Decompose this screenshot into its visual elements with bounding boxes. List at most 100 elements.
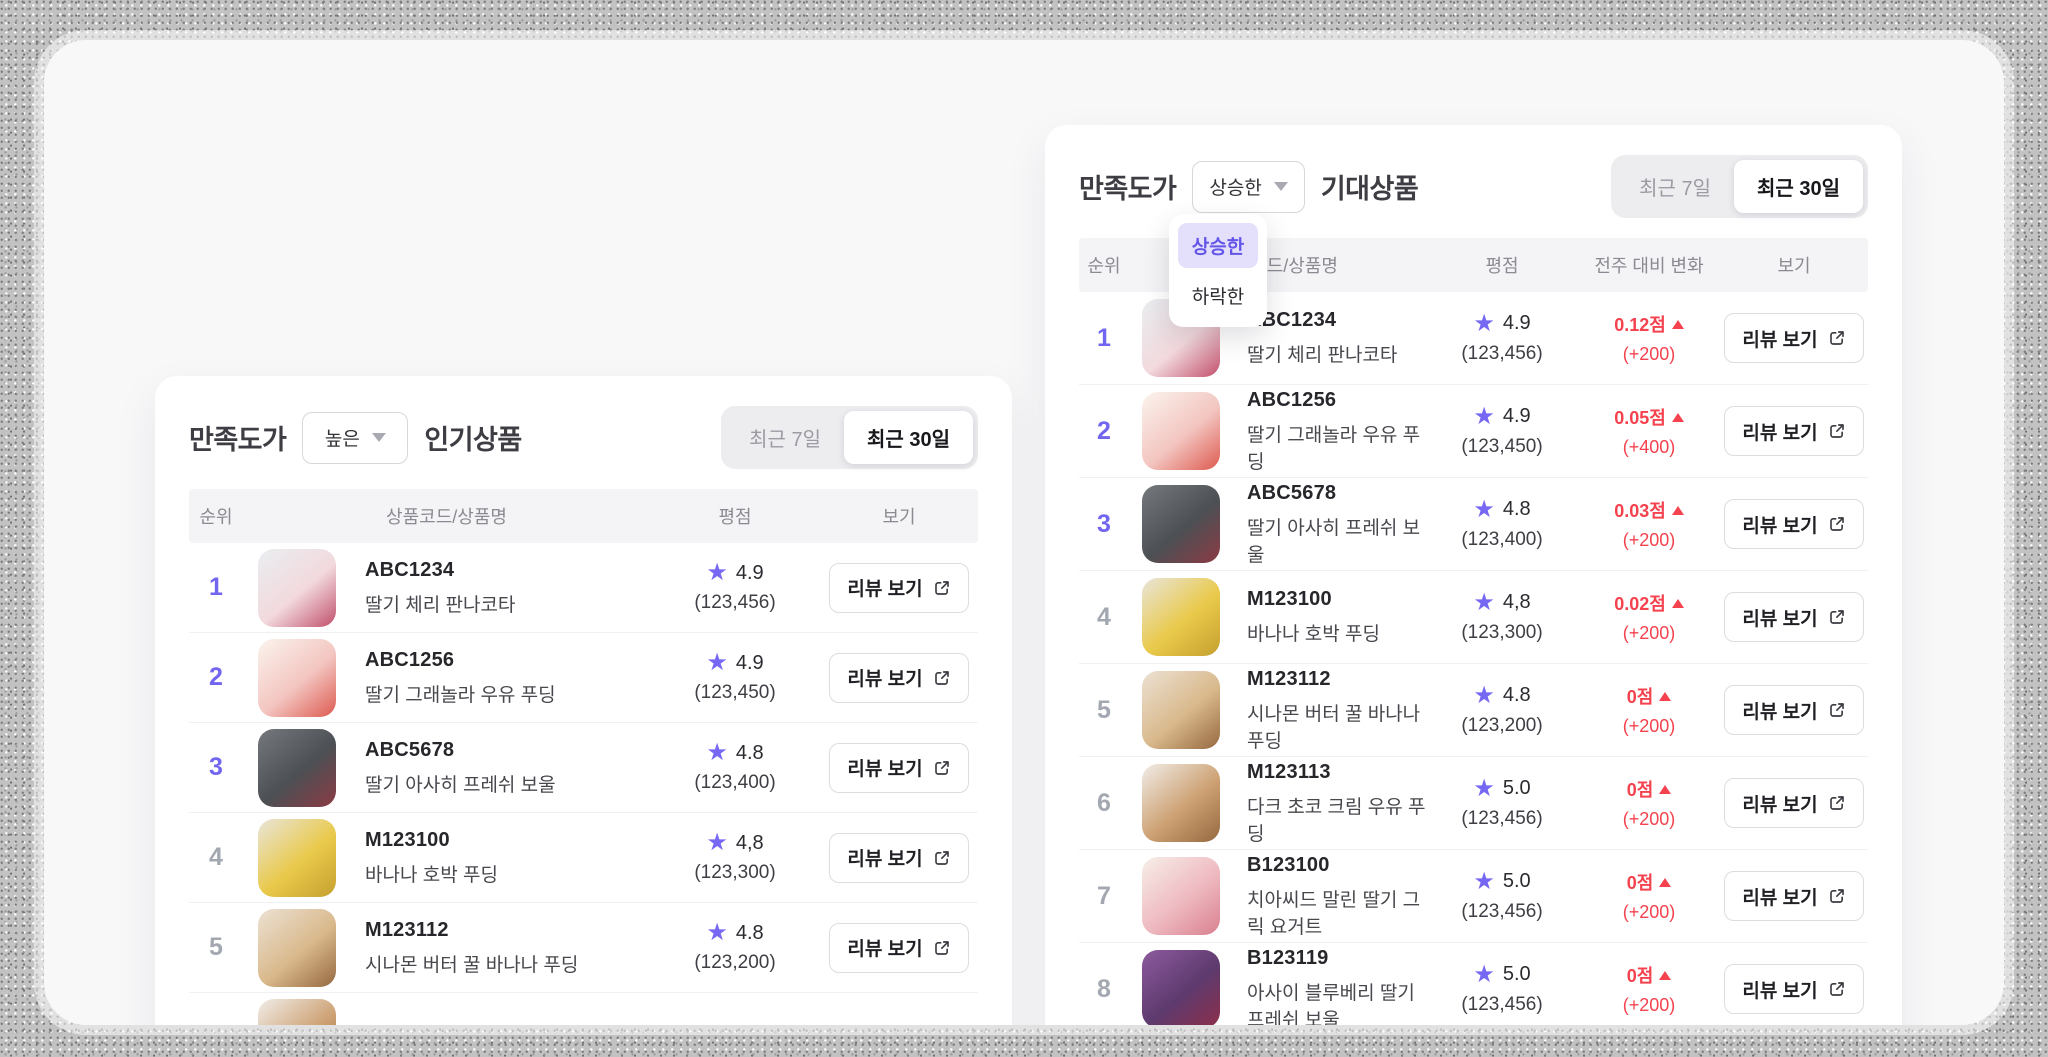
rating-cell: ★ 4.9 (123,456): [650, 561, 820, 614]
chevron-down-icon: [1273, 182, 1288, 191]
change-cell: 0.02점 (+200): [1578, 590, 1720, 644]
product-code: ABC1234: [365, 558, 455, 581]
rating-cell: ★ 5.0 (123,456): [1426, 867, 1578, 923]
view-reviews-button[interactable]: 리뷰 보기: [1724, 964, 1864, 1014]
table-body: 1 ABC1234 딸기 체리 판나코타 ★ 4.9 (123,456) 0.1…: [1079, 292, 1868, 1025]
change-value: 0점: [1626, 687, 1654, 707]
review-count: (123,450): [694, 682, 776, 703]
view-reviews-button[interactable]: 리뷰 보기: [1724, 313, 1864, 363]
dropdown-value: 높은: [324, 429, 360, 450]
table-body: 1 ABC1234 딸기 체리 판나코타 ★ 4.9 (123,456) 리뷰 …: [189, 543, 978, 1025]
product-photo: [258, 998, 336, 1025]
table-row: 7 B123100 치아씨드 말린 딸기 그릭 요거트 ★ 5.0 (123,4…: [1079, 850, 1868, 943]
view-reviews-button[interactable]: 리뷰 보기: [1724, 778, 1864, 828]
change-value: 0점: [1626, 873, 1654, 893]
change-value: 0점: [1626, 966, 1654, 986]
rank-number: 3: [209, 753, 223, 781]
rank-number: 6: [1097, 788, 1111, 817]
table-row: 2 ABC1256 딸기 그래놀라 우유 푸딩 ★ 4.9 (123,450) …: [1079, 385, 1868, 478]
change-value: 0.05점: [1614, 408, 1666, 428]
rating-cell: ★ 4.9 (123,450): [1426, 404, 1578, 458]
external-link-icon: [934, 850, 949, 865]
column-change: 전주 대비 변화: [1594, 256, 1704, 276]
table-row: 6 M123113 다크 초코 크림 우유 푸딩 ★ 5.0 (123,456)…: [1079, 757, 1868, 850]
dropdown-option-rising[interactable]: 상승한: [1178, 223, 1258, 268]
star-icon: ★: [1473, 867, 1495, 895]
view-reviews-button[interactable]: 리뷰 보기: [829, 922, 969, 973]
panel-header: 만족도가 상승한 기대상품 최근 7일 최근 30일: [1079, 125, 1868, 218]
column-rank: 순위: [1087, 256, 1121, 276]
rating-cell: ★ 4.8 (123,400): [1426, 497, 1578, 551]
satisfaction-trend-dropdown[interactable]: 상승한: [1192, 160, 1305, 213]
product-code: ABC1256: [1247, 388, 1337, 411]
review-count: (123,400): [1461, 528, 1543, 550]
rating-cell: ★ 5.0 (123,456): [1426, 962, 1578, 1016]
rank-number: 8: [1097, 974, 1111, 1003]
tab-recent-30days[interactable]: 최근 30일: [843, 411, 973, 464]
review-button-label: 리뷰 보기: [847, 669, 923, 690]
product-code: M123113: [1247, 760, 1331, 783]
change-count: (+200): [1622, 809, 1676, 829]
table-row: 2 ABC1256 딸기 그래놀라 우유 푸딩 ★ 4.9 (123,450) …: [189, 633, 978, 723]
rank-number: 3: [1097, 509, 1111, 538]
product-photo: [1142, 857, 1220, 935]
review-count: (123,200): [694, 952, 776, 973]
product-name: 아사이 블루베리 딸기 프레쉬 보울: [1247, 982, 1415, 1026]
view-reviews-button[interactable]: 리뷰 보기: [829, 652, 969, 703]
column-product: 상품코드/상품명: [386, 507, 507, 527]
rank-number: 2: [1097, 416, 1111, 445]
product-code: ABC5678: [365, 738, 455, 761]
product-name: 시나몬 버터 꿀 바나나 푸딩: [365, 954, 579, 976]
rating-cell: ★ 4.8 (123,200): [650, 921, 820, 974]
product-name: 딸기 아사히 프레쉬 보울: [1247, 517, 1421, 566]
rating-cell: ★ 5.0 (123,456): [1426, 776, 1578, 830]
external-link-icon: [934, 670, 949, 685]
triangle-up-icon: [1671, 505, 1684, 515]
star-icon: ★: [1473, 588, 1495, 616]
view-reviews-button[interactable]: 리뷰 보기: [829, 562, 969, 613]
rating-cell: ★ 4.9 (123,456): [1426, 311, 1578, 365]
external-link-icon: [934, 760, 949, 775]
rating-value: 5.0: [1502, 963, 1531, 985]
view-reviews-button[interactable]: 리뷰 보기: [1724, 499, 1864, 549]
review-count: (123,456): [694, 592, 776, 613]
view-reviews-button[interactable]: 리뷰 보기: [1724, 406, 1864, 456]
review-count: (123,200): [1461, 714, 1543, 736]
tab-recent-7days[interactable]: 최근 7일: [1616, 160, 1734, 213]
table-row: 5 M123112 시나몬 버터 꿀 바나나 푸딩 ★ 4.8 (123,200…: [189, 903, 978, 993]
product-photo: [1142, 485, 1220, 563]
product-name: 딸기 아사히 프레쉬 보울: [365, 774, 556, 796]
rating-value: 4,8: [1502, 591, 1531, 613]
change-count: (+400): [1622, 437, 1676, 457]
rank-number: 2: [209, 663, 223, 691]
satisfaction-level-dropdown[interactable]: 높은: [302, 411, 409, 464]
column-view: 보기: [1777, 256, 1811, 276]
product-code: B123100: [1247, 853, 1330, 876]
rank-number: 5: [209, 933, 223, 961]
dropdown-value: 상승한: [1209, 178, 1262, 199]
product-code: M123100: [365, 828, 450, 851]
product-code: B123119: [1247, 946, 1329, 969]
view-reviews-button[interactable]: 리뷰 보기: [1724, 871, 1864, 921]
product-photo: [258, 818, 336, 897]
chevron-down-icon: [371, 433, 386, 442]
change-value: 0.12점: [1614, 315, 1666, 335]
tab-recent-30days[interactable]: 최근 30일: [1733, 160, 1863, 213]
rating-value: 4.9: [1502, 312, 1531, 334]
dropdown-option-falling[interactable]: 하락한: [1178, 273, 1258, 318]
dashboard-canvas: 만족도가 높은 인기상품 최근 7일 최근 30일 순위 상품코드/상품명 평점…: [44, 40, 2004, 1025]
change-cell: 0.12점 (+200): [1578, 311, 1720, 365]
view-reviews-button[interactable]: 리뷰 보기: [1724, 592, 1864, 642]
table-row: ★ 리뷰 보기: [189, 993, 978, 1025]
table-header: 순위 상품코드/상품명 평점 보기: [189, 489, 978, 543]
view-reviews-button[interactable]: 리뷰 보기: [1724, 685, 1864, 735]
review-count: (123,456): [1461, 900, 1543, 922]
view-reviews-button[interactable]: 리뷰 보기: [829, 742, 969, 793]
external-link-icon: [1829, 331, 1844, 345]
tab-recent-7days[interactable]: 최근 7일: [726, 411, 844, 464]
table-row: 3 ABC5678 딸기 아사히 프레쉬 보울 ★ 4.8 (123,400) …: [1079, 478, 1868, 571]
rating-value: 4,8: [735, 831, 764, 854]
view-reviews-button[interactable]: 리뷰 보기: [829, 832, 969, 883]
change-cell: 0점 (+200): [1578, 683, 1720, 737]
table-row: 4 M123100 바나나 호박 푸딩 ★ 4,8 (123,300) 리뷰 보…: [189, 813, 978, 903]
